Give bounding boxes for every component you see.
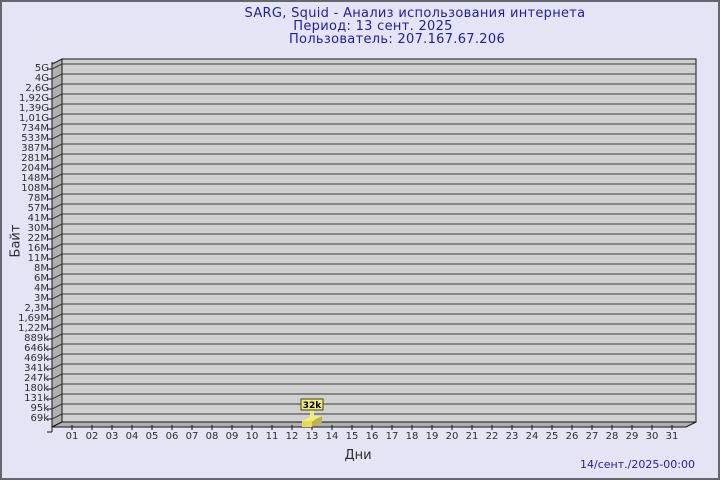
x-tick-label: 10 xyxy=(246,431,259,442)
x-tick-label: 12 xyxy=(286,431,299,442)
x-tick-label: 11 xyxy=(266,431,279,442)
x-tick-label: 13 xyxy=(306,431,319,442)
bar-value-label: 32k xyxy=(303,401,323,411)
x-tick-label: 15 xyxy=(346,431,359,442)
bar-pointer-stem xyxy=(310,410,314,421)
chart-plot-face xyxy=(62,59,696,422)
x-tick-label: 14 xyxy=(326,431,339,442)
x-tick-label: 27 xyxy=(586,431,599,442)
y-axis-title: Байт xyxy=(9,225,24,258)
x-tick-label: 25 xyxy=(546,431,559,442)
x-tick-label: 09 xyxy=(226,431,239,442)
x-tick-label: 17 xyxy=(386,431,399,442)
y-tick-label: 69k xyxy=(30,413,49,424)
x-tick-label: 28 xyxy=(606,431,619,442)
x-tick-label: 22 xyxy=(486,431,499,442)
x-tick-label: 29 xyxy=(626,431,639,442)
x-tick-label: 06 xyxy=(166,431,179,442)
x-tick-label: 23 xyxy=(506,431,519,442)
chart-svg: 5G4G2,6G1,92G1,39G1,01G734M533M387M281M2… xyxy=(2,2,720,480)
x-axis-title: Дни xyxy=(344,448,371,463)
x-tick-label: 30 xyxy=(646,431,659,442)
x-tick-label: 03 xyxy=(106,431,119,442)
x-tick-label: 04 xyxy=(126,431,139,442)
generated-timestamp: 14/сент./2025-00:00 xyxy=(580,458,695,471)
x-tick-label: 24 xyxy=(526,431,539,442)
bar-front-face xyxy=(302,421,312,427)
x-tick-label: 21 xyxy=(466,431,479,442)
x-tick-label: 16 xyxy=(366,431,379,442)
chart-floor xyxy=(52,422,696,427)
x-tick-label: 01 xyxy=(66,431,79,442)
x-tick-label: 18 xyxy=(406,431,419,442)
x-tick-label: 20 xyxy=(446,431,459,442)
x-tick-label: 19 xyxy=(426,431,439,442)
x-tick-label: 02 xyxy=(86,431,99,442)
sarg-report-window: SARG, Squid - Анализ использования интер… xyxy=(0,0,720,480)
x-tick-label: 08 xyxy=(206,431,219,442)
x-tick-label: 31 xyxy=(666,431,679,442)
x-tick-label: 05 xyxy=(146,431,159,442)
x-tick-label: 26 xyxy=(566,431,579,442)
x-tick-label: 07 xyxy=(186,431,199,442)
